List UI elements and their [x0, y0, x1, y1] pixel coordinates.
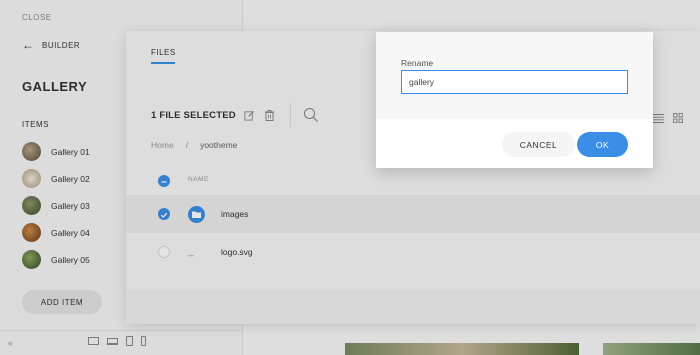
dialog-body: Rename — [376, 32, 653, 119]
ok-button[interactable]: OK — [577, 132, 628, 157]
dialog-footer: CANCEL OK — [376, 119, 653, 168]
rename-dialog: Rename CANCEL OK — [376, 32, 653, 168]
rename-input[interactable] — [401, 70, 628, 94]
rename-label: Rename — [401, 58, 434, 68]
cancel-button[interactable]: CANCEL — [502, 132, 575, 157]
